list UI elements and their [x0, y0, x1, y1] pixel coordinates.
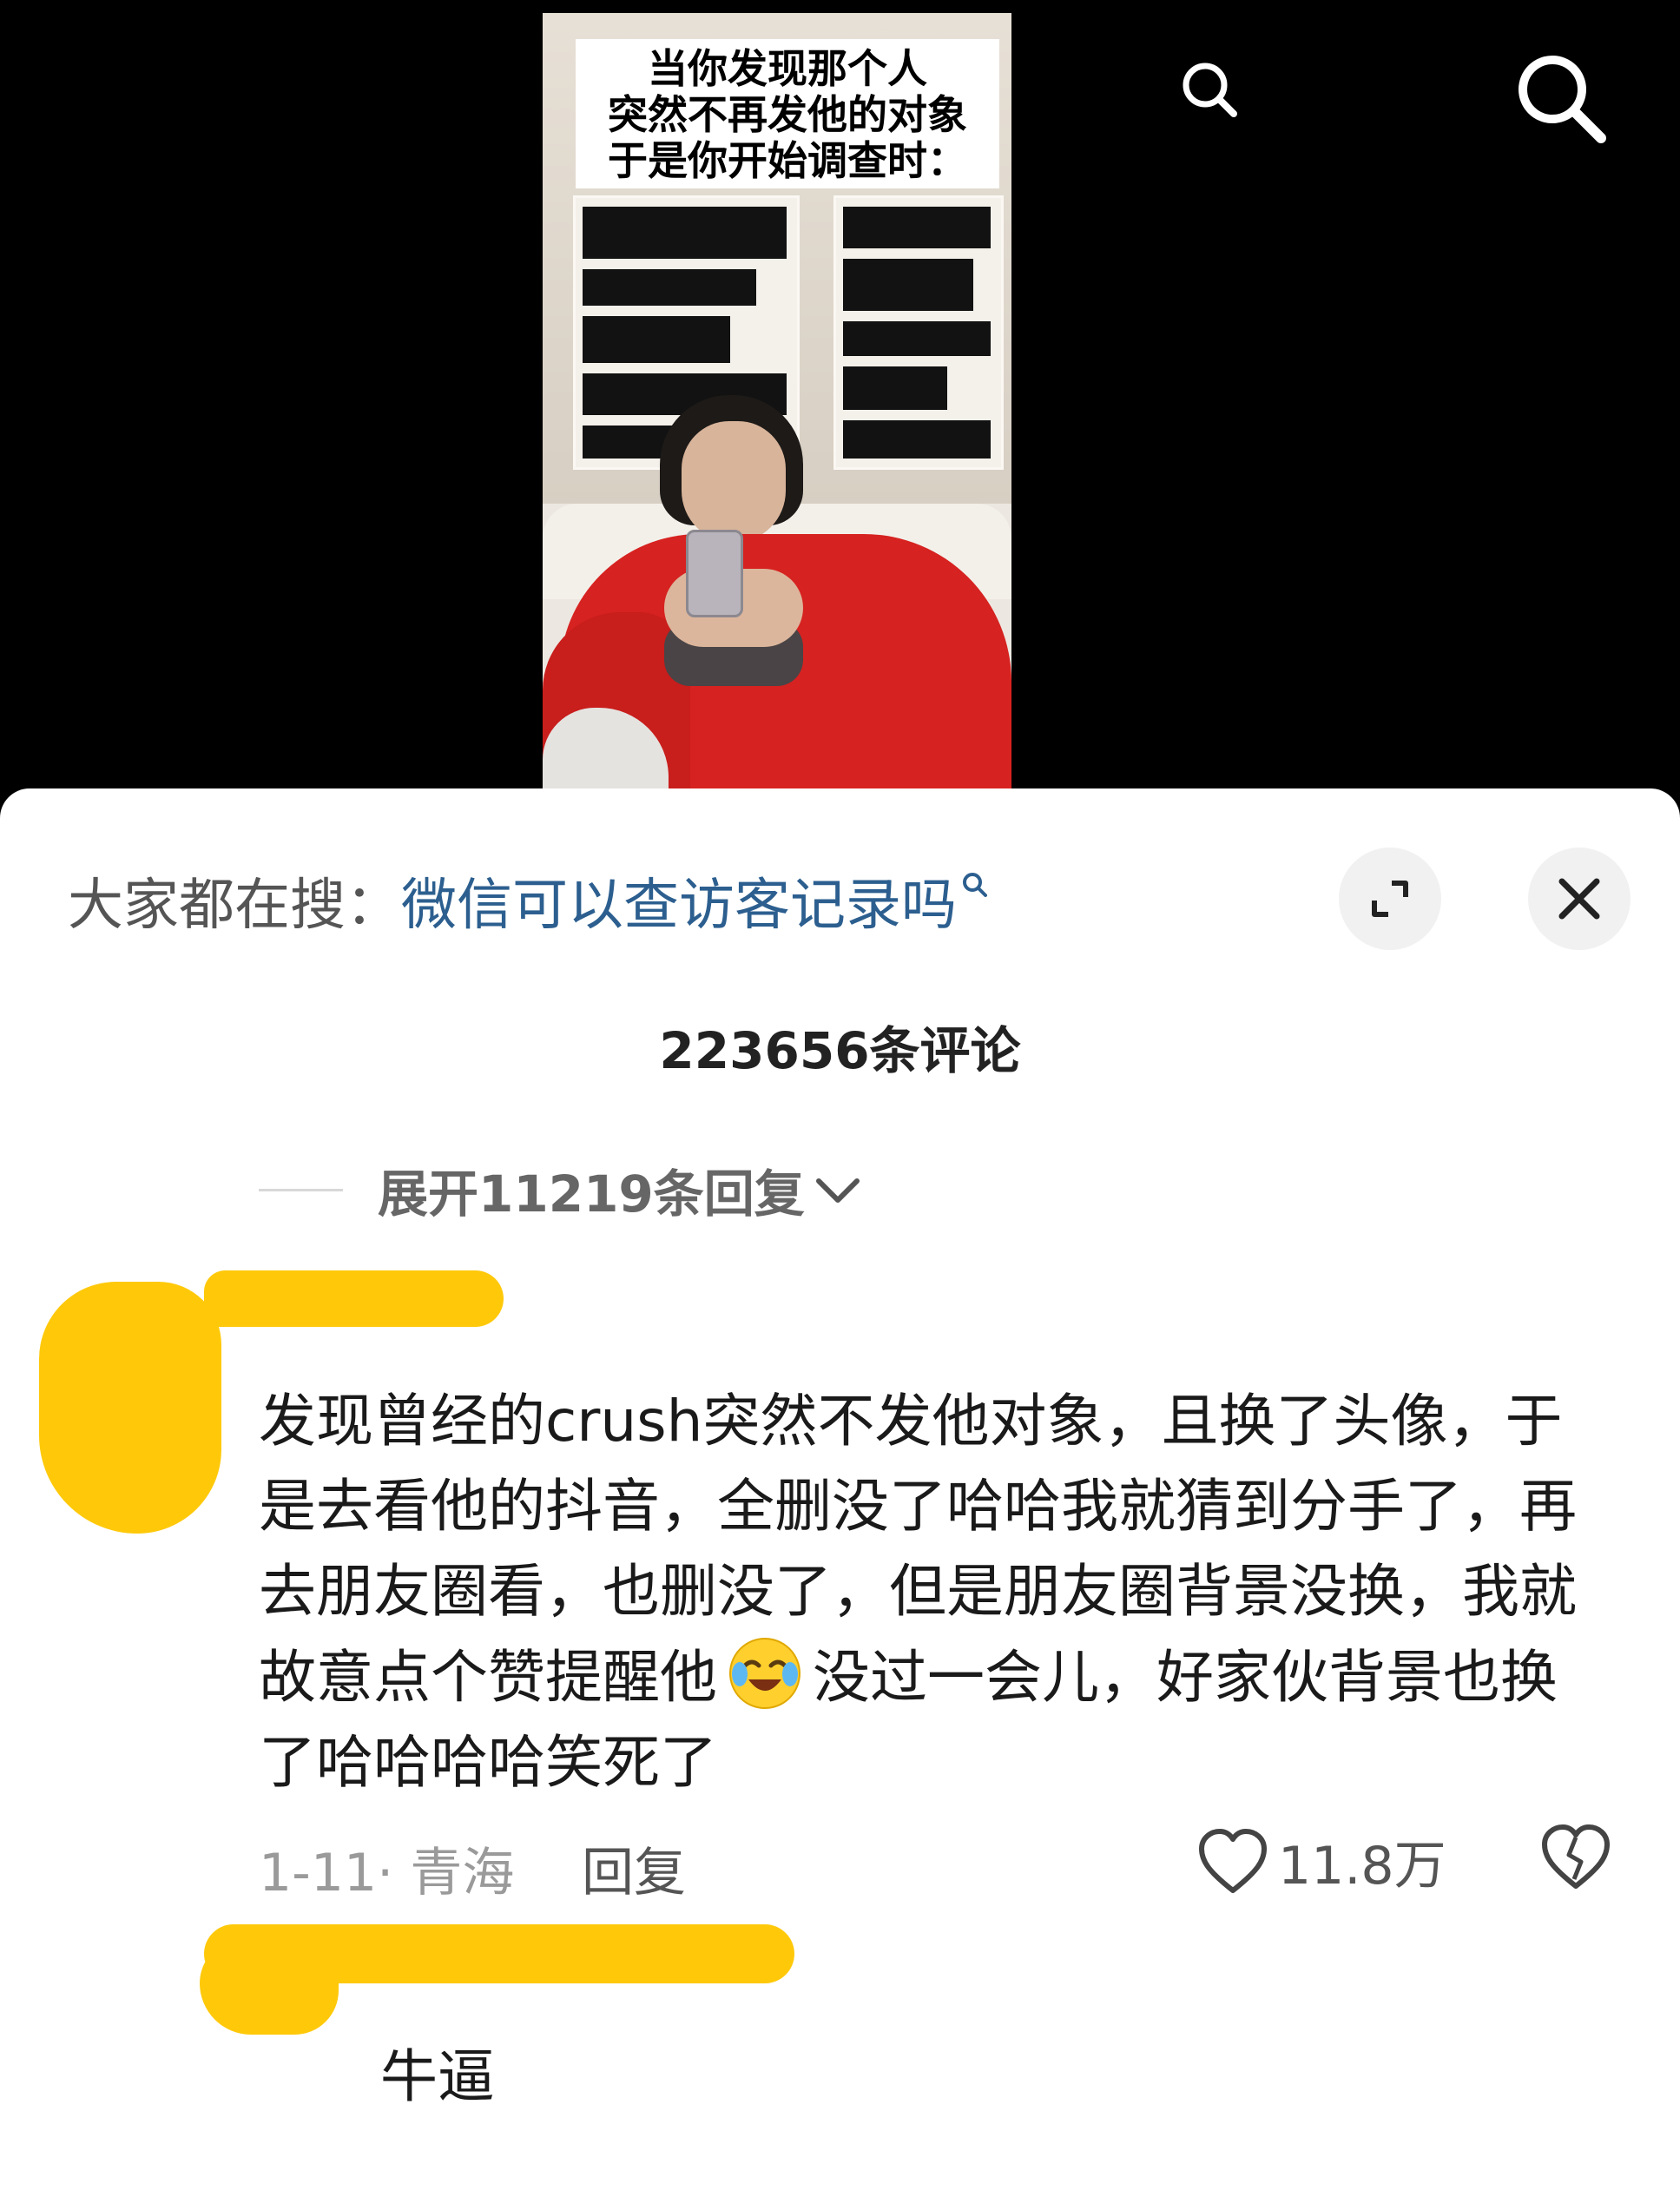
close-icon [1558, 878, 1600, 920]
divider [259, 1188, 343, 1191]
expand-icon [1372, 881, 1408, 917]
video-caption: 当你发现那个人 突然不再发他的对象 于是你开始调查时： [576, 39, 999, 188]
search-suggestion-query[interactable]: 微信可以查访客记录吗 [401, 861, 957, 940]
comment-text: 发现曾经的crush突然不发他对象，且换了头像，于是去看他的抖音，全删没了哈哈我… [259, 1379, 1613, 1805]
broken-heart-icon[interactable] [1539, 1824, 1612, 1891]
search-suggestion-prefix: 大家都在搜： [68, 874, 401, 938]
search-icon [963, 873, 987, 897]
close-button[interactable] [1528, 848, 1631, 950]
video-thumbnail[interactable]: 当你发现那个人 突然不再发他的对象 于是你开始调查时： [543, 13, 1011, 790]
comment-date-location: 1-11· 青海 [259, 1843, 515, 1903]
search-suggestion[interactable]: 大家都在搜： 微信可以查访客记录吗 [68, 861, 990, 940]
redacted-avatar [200, 1939, 339, 2035]
phone [686, 530, 743, 617]
expand-button[interactable] [1339, 848, 1441, 950]
person-face [682, 421, 786, 543]
comment-sheet: 大家都在搜： 微信可以查访客记录吗 223656条评论 展开11219条回复 发… [0, 788, 1680, 2197]
like-count: 11.8万 [1278, 1836, 1446, 1897]
reply-button[interactable]: 回复 [582, 1831, 686, 1906]
caption-line-1: 当你发现那个人 [648, 45, 927, 92]
search-icon[interactable] [1176, 56, 1246, 126]
search-icon[interactable] [1511, 48, 1613, 150]
caption-line-3: 于是你开始调查时： [608, 137, 967, 184]
caption-line-2: 突然不再发他的对象 [608, 91, 967, 138]
reply-text: 牛逼 [380, 2043, 495, 2110]
expand-replies[interactable]: 展开11219条回复 [259, 1153, 864, 1226]
comment-count: 223656条评论 [659, 1021, 1021, 1080]
video-area[interactable]: 当你发现那个人 突然不再发他的对象 于是你开始调查时： [0, 0, 1680, 799]
comment-meta: 1-11· 青海 回复 11.8万 [259, 1813, 1613, 1903]
chevron-down-icon [815, 1178, 860, 1203]
heart-icon [1199, 1828, 1267, 1893]
expand-replies-label[interactable]: 展开11219条回复 [378, 1153, 805, 1226]
redacted-username [204, 1270, 504, 1327]
crying-laughing-emoji [729, 1638, 800, 1709]
redacted-avatar [39, 1282, 221, 1534]
wall-painting-right [833, 195, 1004, 470]
like-button[interactable]: 11.8万 [1196, 1824, 1446, 1899]
